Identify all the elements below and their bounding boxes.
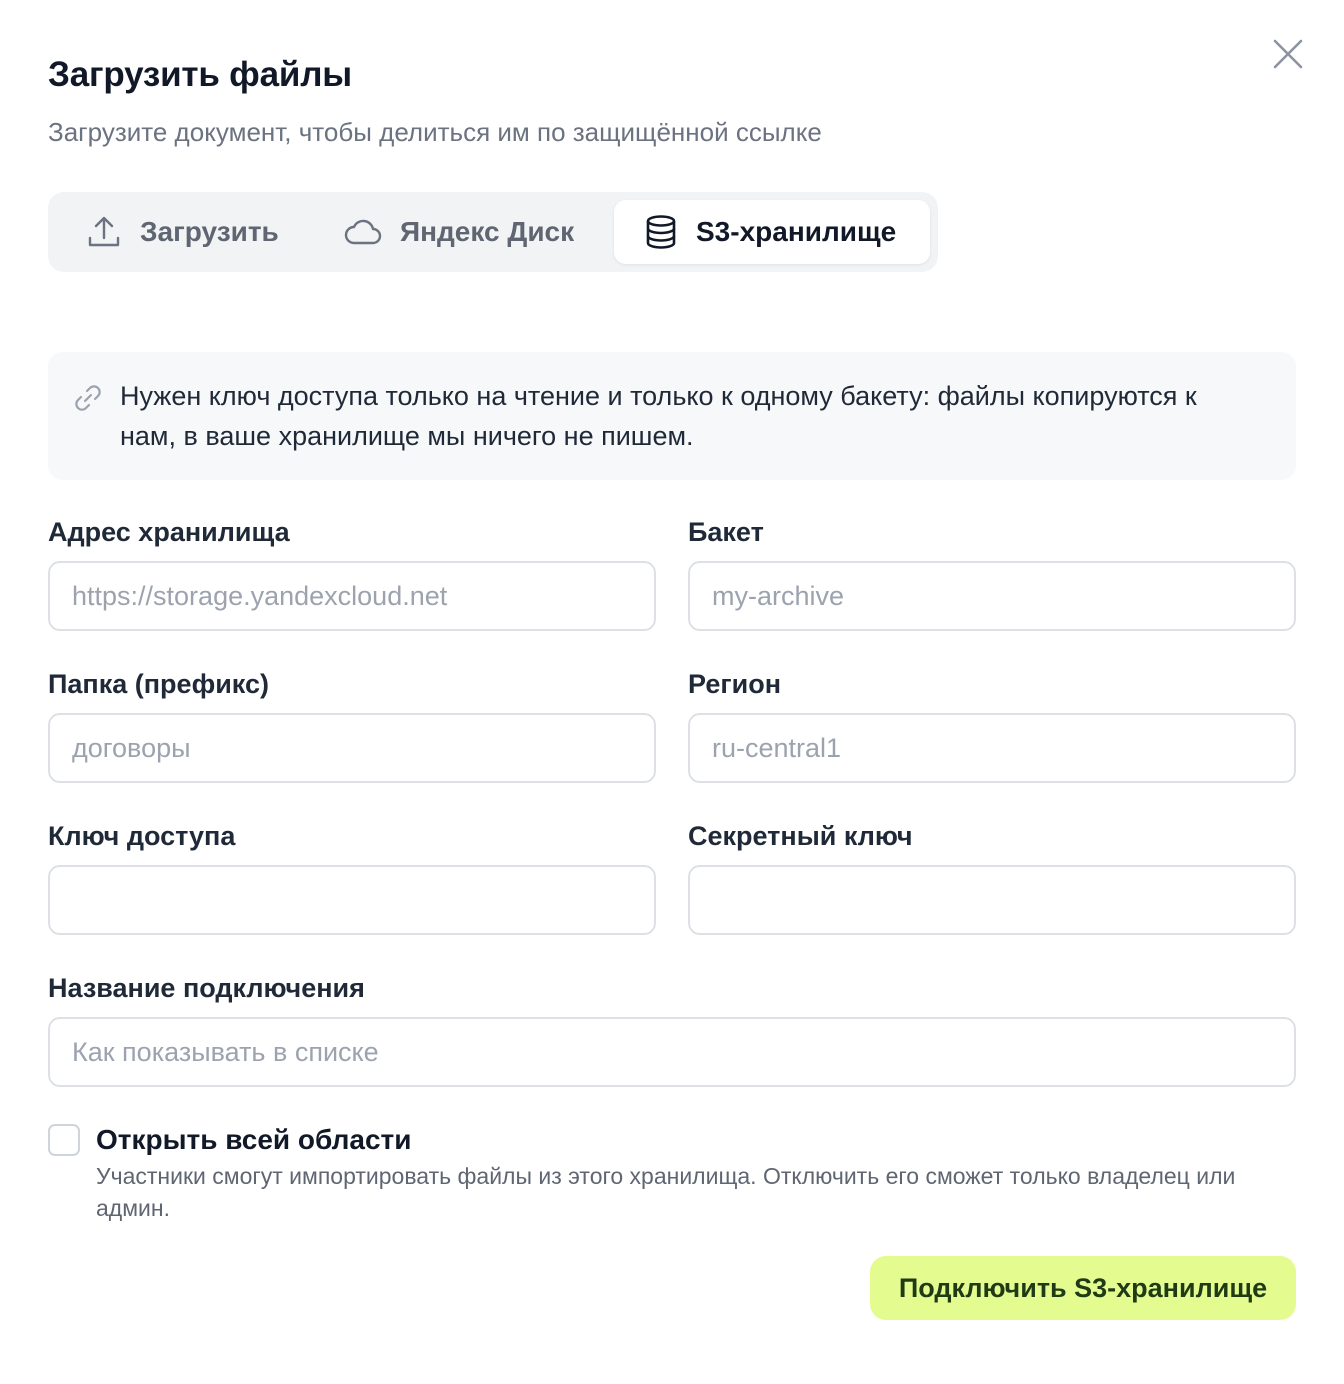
region-input[interactable]	[688, 713, 1296, 783]
connection-name-label: Название подключения	[48, 973, 365, 1003]
dialog-title: Загрузить файлы	[48, 55, 352, 94]
source-tabs: Загрузить Яндекс Диск S3-хранилище	[48, 192, 938, 272]
info-notice: Нужен ключ доступа только на чтение и то…	[48, 352, 1296, 480]
share-checkbox-label[interactable]: Открыть всей области	[96, 1122, 411, 1158]
endpoint-input[interactable]	[48, 561, 656, 631]
dialog-subtitle: Загрузите документ, чтобы делиться им по…	[48, 117, 822, 147]
tab-yandex-disk[interactable]: Яндекс Диск	[344, 200, 574, 264]
connection-name-input[interactable]	[48, 1017, 1296, 1087]
tab-s3-storage[interactable]: S3-хранилище	[614, 200, 930, 264]
prefix-input[interactable]	[48, 713, 656, 783]
secret-key-label: Секретный ключ	[688, 821, 913, 851]
cloud-icon	[344, 216, 382, 248]
close-button[interactable]	[1264, 36, 1312, 76]
access-key-input[interactable]	[48, 865, 656, 935]
tab-yandex-disk-label: Яндекс Диск	[400, 216, 575, 247]
endpoint-label: Адрес хранилища	[48, 517, 290, 547]
secret-key-input[interactable]	[688, 865, 1296, 935]
tab-s3-storage-label: S3-хранилище	[696, 216, 897, 247]
tab-upload-label: Загрузить	[140, 216, 279, 247]
link-icon	[72, 382, 104, 419]
share-description: Участники смогут импортировать файлы из …	[96, 1163, 1236, 1221]
upload-icon	[86, 214, 122, 250]
access-key-label: Ключ доступа	[48, 821, 236, 851]
prefix-label: Папка (префикс)	[48, 669, 269, 699]
tab-upload[interactable]: Загрузить	[86, 200, 279, 264]
database-icon	[644, 214, 678, 250]
close-icon	[1272, 38, 1304, 75]
info-text: Нужен ключ доступа только на чтение и то…	[120, 381, 1197, 451]
connect-s3-button[interactable]: Подключить S3-хранилище	[870, 1256, 1296, 1320]
share-checkbox[interactable]	[48, 1124, 80, 1156]
bucket-label: Бакет	[688, 517, 764, 547]
region-label: Регион	[688, 669, 781, 699]
bucket-input[interactable]	[688, 561, 1296, 631]
upload-dialog: Загрузить файлы Загрузите документ, чтоб…	[0, 0, 1344, 1384]
